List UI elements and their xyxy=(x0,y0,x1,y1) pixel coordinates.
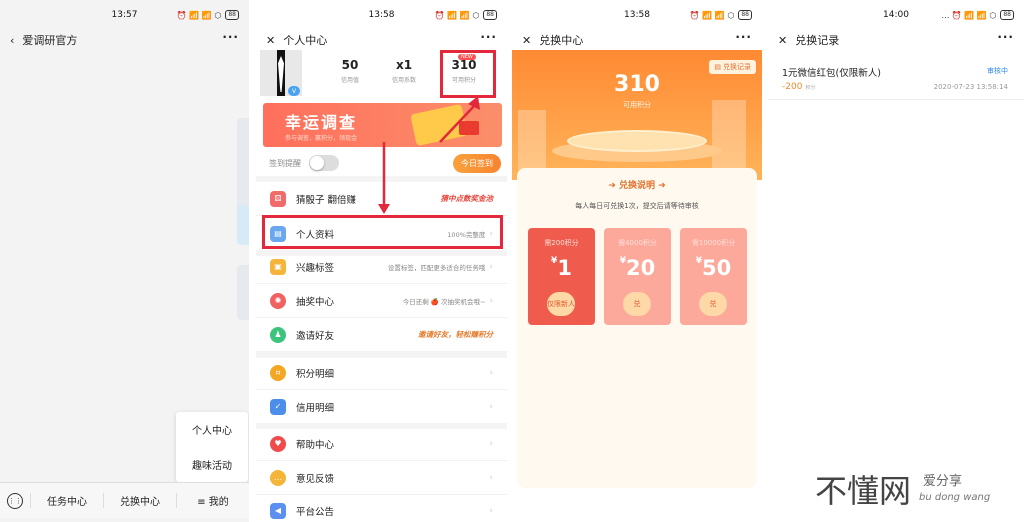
status-icons: ⏰ 📶 📶 ⬡ xyxy=(689,10,735,20)
amount-value: 20 xyxy=(626,256,656,280)
status-bar: 14:00 … ⏰ 📶 📶 ⬡ 88 xyxy=(768,0,1024,30)
section-title-text: 兑换说明 xyxy=(618,181,655,191)
nav-bar: ✕ 兑换记录 ··· xyxy=(768,30,1024,50)
tile-amount: ¥20 xyxy=(604,256,671,280)
battery-icon: 88 xyxy=(1000,10,1014,20)
watermark-title: 不懂网 xyxy=(815,472,912,510)
reward-tile-1[interactable]: 需200积分 ¥1 仅限新人 xyxy=(528,228,595,325)
watermark-slogan: 爱分享 xyxy=(923,474,963,489)
record-amount: -200 积分 xyxy=(782,82,815,92)
exchange-history-label: 兑换记录 xyxy=(723,63,751,71)
document-icon: ▤ xyxy=(714,63,721,71)
page-title: 兑换中心 xyxy=(539,34,584,47)
watermark-pinyin: bu dong wang xyxy=(919,492,991,503)
close-icon[interactable]: ✕ xyxy=(778,34,787,47)
amount-value: 1 xyxy=(557,256,572,280)
exchange-rules: 每人每日可兑换1次，提交后请等待审核 xyxy=(575,202,699,210)
page-title: 兑换记录 xyxy=(795,34,840,47)
building-illustration xyxy=(712,100,746,170)
tile-amount: ¥1 xyxy=(528,256,595,280)
redeem-button[interactable]: 仅限新人 xyxy=(547,292,575,316)
record-status: 审核中 xyxy=(987,67,1008,75)
tile-cost: 需4000积分 xyxy=(618,239,657,247)
amount-unit: 积分 xyxy=(805,85,816,91)
exchange-history-screen: 14:00 … ⏰ 📶 📶 ⬡ 88 ✕ 兑换记录 ··· 1元微信红包(仅限新人… xyxy=(768,0,1024,522)
stage-illustration xyxy=(567,130,707,152)
exchange-history-button[interactable]: ▤ 兑换记录 xyxy=(709,60,756,74)
reward-tile-2[interactable]: 需4000积分 ¥20 兑 xyxy=(604,228,671,325)
close-icon[interactable]: ✕ xyxy=(522,34,531,47)
nav-bar: ✕ 兑换中心 ··· xyxy=(512,30,762,50)
amount-value: 50 xyxy=(702,256,732,280)
more-menu-button[interactable]: ··· xyxy=(997,30,1014,44)
building-illustration xyxy=(518,110,546,170)
tile-cost: 需10000积分 xyxy=(691,239,736,247)
amount-value: -200 xyxy=(782,82,803,92)
redeem-button[interactable]: 兑 xyxy=(623,292,651,316)
record-date: 2020-07-23 13:58:14 xyxy=(933,83,1008,91)
exchange-record[interactable]: 1元微信红包(仅限新人) 审核中 -200 积分 2020-07-23 13:58… xyxy=(768,60,1024,100)
battery-icon: 88 xyxy=(738,10,752,20)
record-title: 1元微信红包(仅限新人) xyxy=(782,68,881,79)
redeem-button[interactable]: 兑 xyxy=(699,292,727,316)
section-title: ➜ 兑换说明 ➜ xyxy=(608,181,666,191)
reward-tile-3[interactable]: 需10000积分 ¥50 兑 xyxy=(680,228,747,325)
site-watermark-logo: 不懂网 爱分享 bu dong wang xyxy=(815,466,1024,516)
status-time: 14:00 xyxy=(883,10,909,20)
available-points-label: 可用积分 xyxy=(623,101,651,109)
available-points: 310 xyxy=(614,72,660,97)
points-hero: 310 可用积分 ▤ 兑换记录 xyxy=(512,50,762,180)
status-time: 13:58 xyxy=(624,10,650,20)
exchange-card: ➜ 兑换说明 ➜ 每人每日可兑换1次，提交后请等待审核 需200积分 ¥1 仅限… xyxy=(517,168,757,488)
status-bar: 13:58 ⏰ 📶 📶 ⬡ 88 xyxy=(512,0,762,30)
tile-cost: 需200积分 xyxy=(544,239,579,247)
tile-amount: ¥50 xyxy=(680,256,747,280)
status-icons: … ⏰ 📶 📶 ⬡ xyxy=(941,10,997,20)
exchange-center-screen: 13:58 ⏰ 📶 📶 ⬡ 88 ✕ 兑换中心 ··· 310 可用积分 ▤ 兑换记… xyxy=(512,0,762,522)
more-menu-button[interactable]: ··· xyxy=(735,30,752,44)
